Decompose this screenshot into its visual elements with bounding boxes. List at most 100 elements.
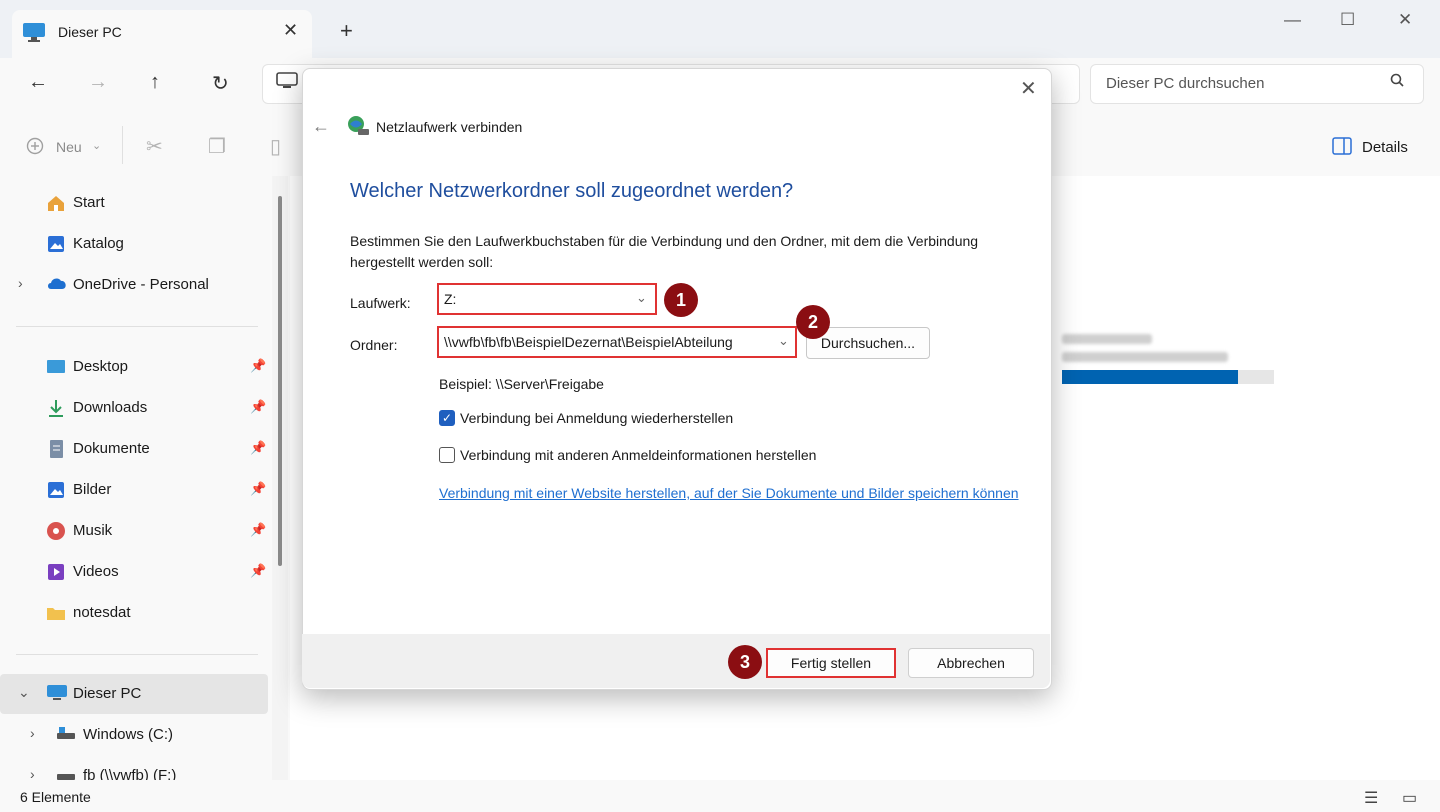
sidebar-item-network-f[interactable]: › fb (\\vwfb) (F:) [0, 756, 268, 780]
drive-letter-value: Z: [444, 291, 457, 307]
cancel-button[interactable]: Abbrechen [908, 648, 1034, 678]
other-credentials-checkbox[interactable] [439, 447, 455, 463]
example-hint: Beispiel: \\Server\Freigabe [439, 376, 604, 392]
drive-usage-fill [1062, 370, 1238, 384]
pin-icon[interactable]: 📌 [250, 440, 266, 456]
details-button[interactable]: Details [1362, 139, 1408, 156]
document-icon [46, 439, 66, 459]
dialog-back-icon[interactable]: ← [312, 116, 330, 137]
gallery-icon [46, 234, 66, 254]
cut-icon[interactable]: ✂ [146, 134, 163, 159]
dialog-title: Netzlaufwerk verbinden [376, 119, 523, 135]
sidebar-item-label: Musik [73, 522, 113, 539]
item-count: 6 Elemente [20, 789, 91, 805]
paste-icon[interactable]: ▯ [270, 134, 281, 159]
up-icon[interactable]: ↑ [150, 71, 160, 94]
pin-icon[interactable]: 📌 [250, 358, 266, 374]
sidebar-item-dieser-pc[interactable]: ⌄ Dieser PC [0, 674, 268, 714]
chevron-down-icon[interactable]: ⌄ [18, 684, 30, 701]
sidebar-item-bilder[interactable]: Bilder 📌 [0, 470, 268, 510]
sidebar-item-desktop[interactable]: Desktop 📌 [0, 347, 268, 387]
sidebar-item-dokumente[interactable]: Dokumente 📌 [0, 429, 268, 469]
drive-name-blurred [1062, 334, 1152, 344]
music-icon [46, 521, 66, 541]
new-button[interactable]: Neu [56, 139, 82, 155]
pin-icon[interactable]: 📌 [250, 481, 266, 497]
network-drive-icon [346, 115, 370, 142]
tab-close-icon[interactable]: ✕ [283, 20, 298, 41]
drive-letter-select[interactable] [437, 283, 657, 315]
dialog-description: Bestimmen Sie den Laufwerkbuchstaben für… [350, 233, 979, 270]
sidebar-divider [16, 654, 258, 655]
folder-icon [46, 603, 66, 623]
sidebar-item-downloads[interactable]: Downloads 📌 [0, 388, 268, 428]
sidebar-item-katalog[interactable]: Katalog [0, 224, 268, 264]
window-close-icon[interactable]: ✕ [1398, 10, 1412, 30]
chevron-down-icon[interactable]: ⌄ [778, 333, 789, 349]
sidebar-item-onedrive[interactable]: › OneDrive - Personal [0, 265, 268, 305]
chevron-right-icon[interactable]: › [30, 725, 35, 741]
new-tab-icon[interactable]: + [340, 18, 353, 44]
chevron-right-icon[interactable]: › [18, 275, 23, 291]
other-credentials-label[interactable]: Verbindung mit anderen Anmeldeinformatio… [460, 447, 816, 463]
tab-dieser-pc[interactable] [12, 10, 312, 58]
chevron-down-icon[interactable]: ⌄ [636, 290, 647, 306]
reconnect-checkbox[interactable]: ✓ [439, 410, 455, 426]
sidebar-item-label: Desktop [73, 358, 129, 375]
search-placeholder: Dieser PC durchsuchen [1106, 75, 1265, 92]
drive-icon [56, 725, 76, 745]
minimize-icon[interactable]: — [1284, 10, 1301, 30]
details-icon [1332, 137, 1352, 160]
home-icon [46, 193, 66, 213]
map-network-drive-dialog [302, 68, 1052, 690]
cloud-icon [46, 275, 66, 295]
sidebar-scroll-thumb[interactable] [278, 196, 282, 566]
pin-icon[interactable]: 📌 [250, 563, 266, 579]
sidebar-item-label: Start [73, 194, 105, 211]
tile-view-icon[interactable]: ▭ [1402, 788, 1417, 808]
forward-icon[interactable]: → [88, 71, 108, 94]
videos-icon [46, 562, 66, 582]
list-view-icon[interactable]: ☰ [1364, 788, 1378, 808]
sidebar-item-videos[interactable]: Videos 📌 [0, 552, 268, 592]
sidebar-item-label: Windows (C:) [83, 726, 174, 743]
sidebar-item-label: notesdat [73, 604, 131, 621]
reconnect-label[interactable]: Verbindung bei Anmeldung wiederherstelle… [460, 410, 733, 426]
step-badge-2: 2 [796, 305, 830, 339]
sidebar-item-label: Videos [73, 563, 119, 580]
toolbar-divider [122, 126, 123, 164]
dialog-close-icon[interactable]: ✕ [1020, 76, 1037, 101]
dialog-heading: Welcher Netzwerkordner soll zugeordnet w… [350, 180, 794, 202]
computer-icon [22, 22, 46, 47]
refresh-icon[interactable]: ↻ [212, 71, 229, 96]
sidebar-item-start[interactable]: Start [0, 183, 268, 223]
maximize-icon[interactable]: ☐ [1340, 10, 1355, 30]
finish-button[interactable]: Fertig stellen [766, 648, 896, 678]
sidebar-item-label: Dieser PC [73, 685, 142, 702]
folder-label: Ordner: [350, 337, 398, 353]
pictures-icon [46, 480, 66, 500]
website-link[interactable]: Verbindung mit einer Website herstellen,… [439, 483, 1029, 504]
drive-label: Laufwerk: [350, 295, 411, 311]
sidebar-item-label: Downloads [73, 399, 148, 416]
folder-path-value: \\vwfb\fb\fb\BeispielDezernat\BeispielAb… [444, 334, 733, 350]
sidebar-item-label: fb (\\vwfb) (F:) [83, 767, 177, 780]
search-icon [1390, 73, 1404, 91]
network-drive-icon [56, 766, 76, 780]
computer-icon [276, 72, 298, 95]
copy-icon[interactable]: ❐ [208, 134, 226, 159]
sidebar-item-musik[interactable]: Musik 📌 [0, 511, 268, 551]
back-icon[interactable]: ← [28, 71, 48, 94]
sidebar-item-windows-c[interactable]: › Windows (C:) [0, 715, 268, 755]
pin-icon[interactable]: 📌 [250, 522, 266, 538]
chevron-right-icon[interactable]: › [30, 766, 35, 780]
pin-icon[interactable]: 📌 [250, 399, 266, 415]
status-bar [0, 780, 1440, 812]
sidebar-item-label: OneDrive - Personal [73, 276, 209, 293]
new-icon [26, 137, 44, 160]
sidebar-item-notesdat[interactable]: notesdat [0, 593, 268, 633]
desktop-icon [46, 357, 66, 377]
chevron-down-icon: ⌄ [92, 140, 102, 152]
drive-label-blurred [1062, 352, 1228, 362]
sidebar-divider [16, 326, 258, 327]
